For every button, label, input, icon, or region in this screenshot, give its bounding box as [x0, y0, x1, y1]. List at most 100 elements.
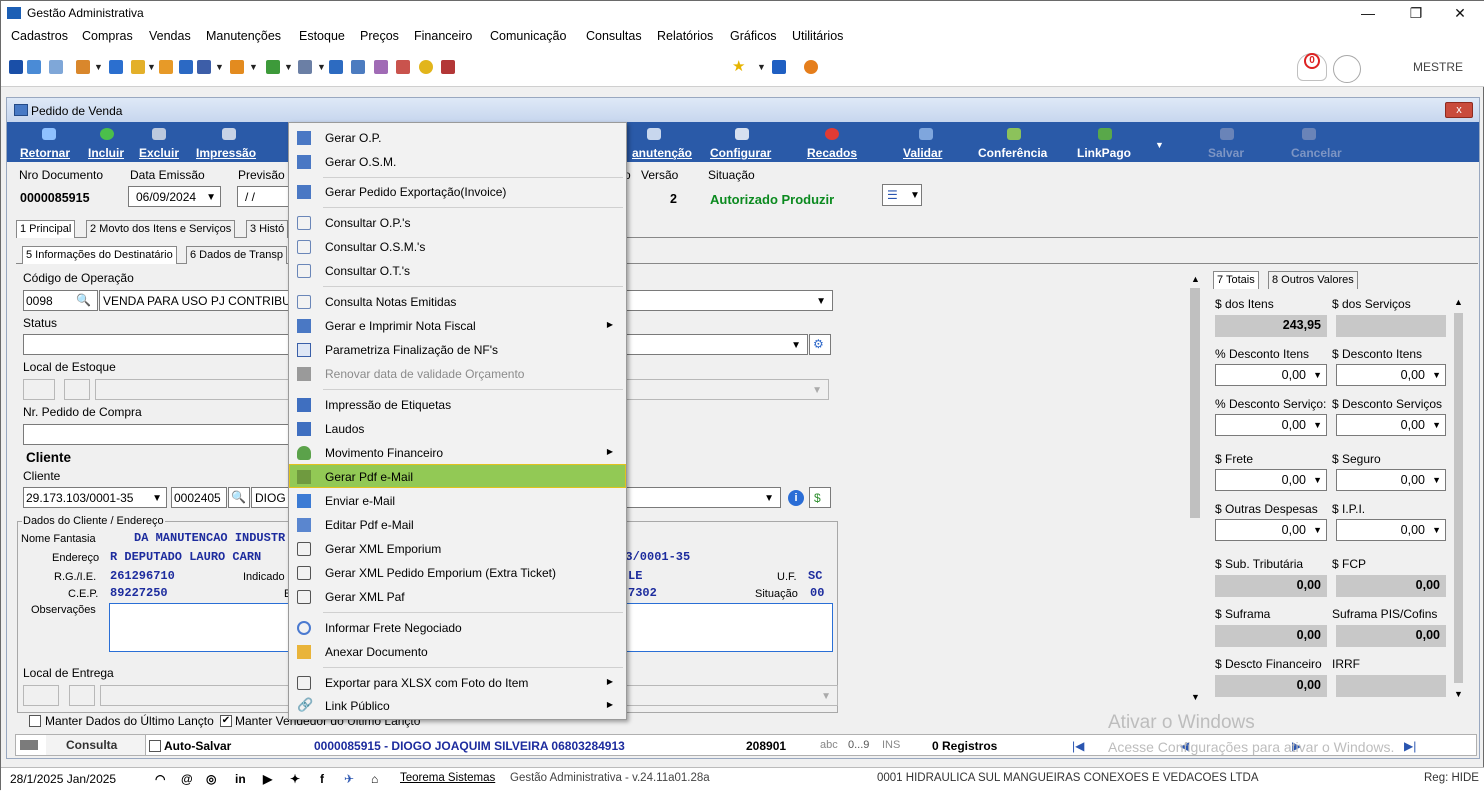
menu-item-consultar-ops[interactable]: Consultar O.P.'s: [290, 211, 625, 235]
chevron-up-icon[interactable]: ▲: [1191, 274, 1200, 284]
menu-item-gerar-pedido-exportacao[interactable]: Gerar Pedido Exportação(Invoice): [290, 180, 625, 204]
menu-cadastros[interactable]: Cadastros: [11, 29, 68, 43]
menu-item-consulta-notas[interactable]: Consulta Notas Emitidas: [290, 290, 625, 314]
cliente-money-button[interactable]: $: [809, 487, 831, 508]
menu-precos[interactable]: Preços: [360, 29, 399, 43]
star-icon[interactable]: ★: [732, 57, 745, 75]
manter-vendedor-checkbox[interactable]: ✔: [220, 715, 232, 727]
book-icon[interactable]: [179, 60, 193, 74]
menu-graficos[interactable]: Gráficos: [730, 29, 777, 43]
user-avatar-icon[interactable]: [1333, 55, 1361, 83]
menu-item-link-publico[interactable]: 🔗 Link Público ▶: [290, 694, 625, 718]
desc-servicos-pct-input[interactable]: 0,00 ▼: [1215, 414, 1327, 436]
menu-item-editar-pdf-email[interactable]: Editar Pdf e-Mail: [290, 513, 625, 537]
menu-item-anexar-documento[interactable]: Anexar Documento: [290, 640, 625, 664]
tab-totais[interactable]: 7 Totais: [1213, 271, 1259, 289]
save-icon[interactable]: [9, 60, 23, 74]
telegram-icon[interactable]: ✈: [344, 772, 354, 786]
linkedin-icon[interactable]: in: [235, 772, 246, 786]
previsao-input[interactable]: / /: [237, 186, 293, 207]
menu-item-exportar-xlsx[interactable]: Exportar para XLSX com Foto do Item ▶: [290, 671, 625, 695]
chevron-down-icon[interactable]: ▼: [147, 62, 156, 72]
tab-principal[interactable]: 1 Principal: [16, 220, 76, 238]
manutencao-button[interactable]: anutenção: [632, 146, 692, 160]
conferencia-button[interactable]: Conferência: [978, 146, 1047, 160]
power-icon[interactable]: [804, 60, 818, 74]
tab-transporte[interactable]: 6 Dados de Transp: [186, 246, 287, 264]
menu-vendas[interactable]: Vendas: [149, 29, 191, 43]
info-icon[interactable]: i: [788, 490, 804, 506]
clock-icon[interactable]: [419, 60, 433, 74]
list-view-button[interactable]: ☰ ▼: [882, 184, 922, 206]
doc-icon[interactable]: [109, 60, 123, 74]
first-record-icon[interactable]: |◀: [1072, 739, 1084, 753]
chart-icon[interactable]: [329, 60, 343, 74]
menu-item-gerar-xml-paf[interactable]: Gerar XML Paf: [290, 585, 625, 609]
menu-consultas[interactable]: Consultas: [586, 29, 642, 43]
users-icon[interactable]: [27, 60, 41, 74]
chevron-down-icon[interactable]: ▼: [249, 62, 258, 72]
menu-item-impressao-etiquetas[interactable]: Impressão de Etiquetas: [290, 393, 625, 417]
menu-utilitarios[interactable]: Utilitários: [792, 29, 843, 43]
menu-item-movimento-financeiro[interactable]: Movimento Financeiro ▶: [290, 441, 625, 465]
totals-scrollbar[interactable]: ▲ ▼: [1451, 293, 1466, 701]
tab-movto-itens[interactable]: 2 Movto dos Itens e Serviços: [86, 220, 236, 238]
chevron-down-icon[interactable]: ▼: [317, 62, 326, 72]
status-gear-button[interactable]: ⚙: [809, 334, 831, 355]
scrollbar-thumb[interactable]: [1454, 313, 1463, 683]
chevron-down-icon[interactable]: ▼: [284, 62, 293, 72]
desc-itens-input[interactable]: 0,00 ▼: [1336, 364, 1446, 386]
menu-comunicacao[interactable]: Comunicação: [490, 29, 566, 43]
chevron-down-icon[interactable]: ▼: [757, 62, 766, 72]
instagram-icon[interactable]: ◎: [206, 772, 216, 786]
menu-financeiro[interactable]: Financeiro: [414, 29, 472, 43]
linkpago-button[interactable]: LinkPago: [1077, 146, 1131, 160]
impressao-button[interactable]: Impressão: [196, 146, 256, 160]
data-emissao-input[interactable]: 06/09/2024 ▼: [128, 186, 221, 207]
desc-itens-pct-input[interactable]: 0,00 ▼: [1215, 364, 1327, 386]
nr-pedido-compra-input[interactable]: [23, 424, 293, 445]
tab-destinatario[interactable]: 5 Informações do Destinatário: [22, 246, 177, 264]
tab-outros-valores[interactable]: 8 Outros Valores: [1268, 271, 1358, 289]
menu-compras[interactable]: Compras: [82, 29, 133, 43]
consulta-button[interactable]: Consulta: [46, 735, 146, 755]
twitter-icon[interactable]: ✦: [290, 772, 300, 786]
outras-despesas-input[interactable]: 0,00 ▼: [1215, 519, 1327, 541]
menu-item-informar-frete[interactable]: Informar Frete Negociado: [290, 616, 625, 640]
book-red-icon[interactable]: [441, 60, 455, 74]
menu-item-gerar-pdf-email[interactable]: Gerar Pdf e-Mail: [289, 464, 626, 488]
auto-salvar-checkbox[interactable]: [149, 740, 161, 752]
calculator-icon[interactable]: [351, 60, 365, 74]
configurar-button[interactable]: Configurar: [710, 146, 771, 160]
cliente-code-input[interactable]: 0002405: [171, 487, 227, 508]
menu-item-laudos[interactable]: Laudos: [290, 417, 625, 441]
menu-estoque[interactable]: Estoque: [299, 29, 345, 43]
menu-item-gerar-imprimir-nf[interactable]: Gerar e Imprimir Nota Fiscal ▶: [290, 314, 625, 338]
folder-icon[interactable]: [131, 60, 145, 74]
menu-item-enviar-email[interactable]: Enviar e-Mail: [290, 489, 625, 513]
codigo-operacao-input[interactable]: 0098 🔍: [23, 290, 98, 311]
youtube-icon[interactable]: ▶: [263, 772, 272, 786]
menu-item-gerar-op[interactable]: Gerar O.P.: [290, 126, 625, 150]
box-icon[interactable]: [230, 60, 244, 74]
menu-item-consultar-ots[interactable]: Consultar O.T.'s: [290, 259, 625, 283]
chevron-down-icon[interactable]: ▼: [1191, 692, 1200, 702]
window-icon[interactable]: [772, 60, 786, 74]
last-record-icon[interactable]: ▶|: [1404, 739, 1416, 753]
email-at-icon[interactable]: @: [181, 772, 193, 786]
cliente-search-button[interactable]: 🔍: [228, 487, 250, 508]
manter-dados-checkbox[interactable]: [29, 715, 41, 727]
calendar-icon[interactable]: [374, 60, 388, 74]
menu-item-parametriza-nf[interactable]: Parametriza Finalização de NF's: [290, 338, 625, 362]
teorema-link[interactable]: Teorema Sistemas: [400, 772, 495, 784]
menu-item-consultar-osms[interactable]: Consultar O.S.M.'s: [290, 235, 625, 259]
validar-button[interactable]: Validar: [903, 146, 942, 160]
search-icon[interactable]: 🔍: [76, 293, 91, 307]
scrollbar-thumb[interactable]: [1190, 288, 1200, 518]
menu-item-gerar-xml-emporium[interactable]: Gerar XML Emporium: [290, 537, 625, 561]
inner-close-button[interactable]: x: [1445, 102, 1473, 118]
money-icon[interactable]: [266, 60, 280, 74]
menu-relatorios[interactable]: Relatórios: [657, 29, 713, 43]
chevron-down-icon[interactable]: ▼: [215, 62, 224, 72]
printer-icon[interactable]: [298, 60, 312, 74]
